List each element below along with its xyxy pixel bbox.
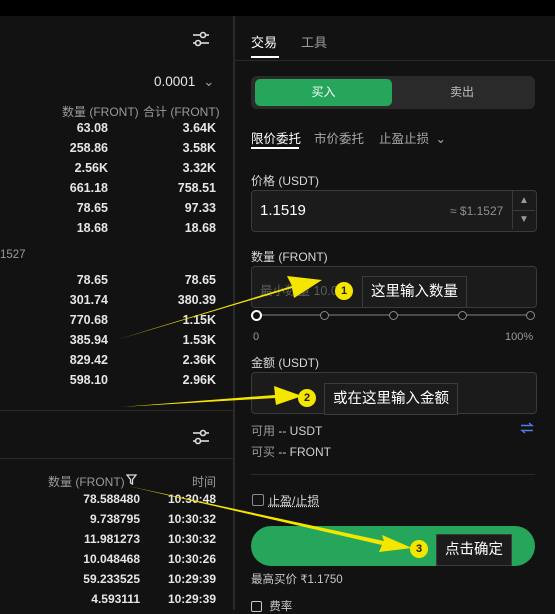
annotation-tooltip-2: 或在这里输入金额 [324,383,458,415]
annotation-tooltip-1: 这里输入数量 [362,276,467,308]
annotation-badge-2: 2 [298,389,316,407]
annotation-badge-1: 1 [335,282,353,300]
annotation-tooltip-3: 点击确定 [436,534,512,566]
annotation-badge-3: 3 [410,540,428,558]
annotation-arrows [116,276,412,552]
